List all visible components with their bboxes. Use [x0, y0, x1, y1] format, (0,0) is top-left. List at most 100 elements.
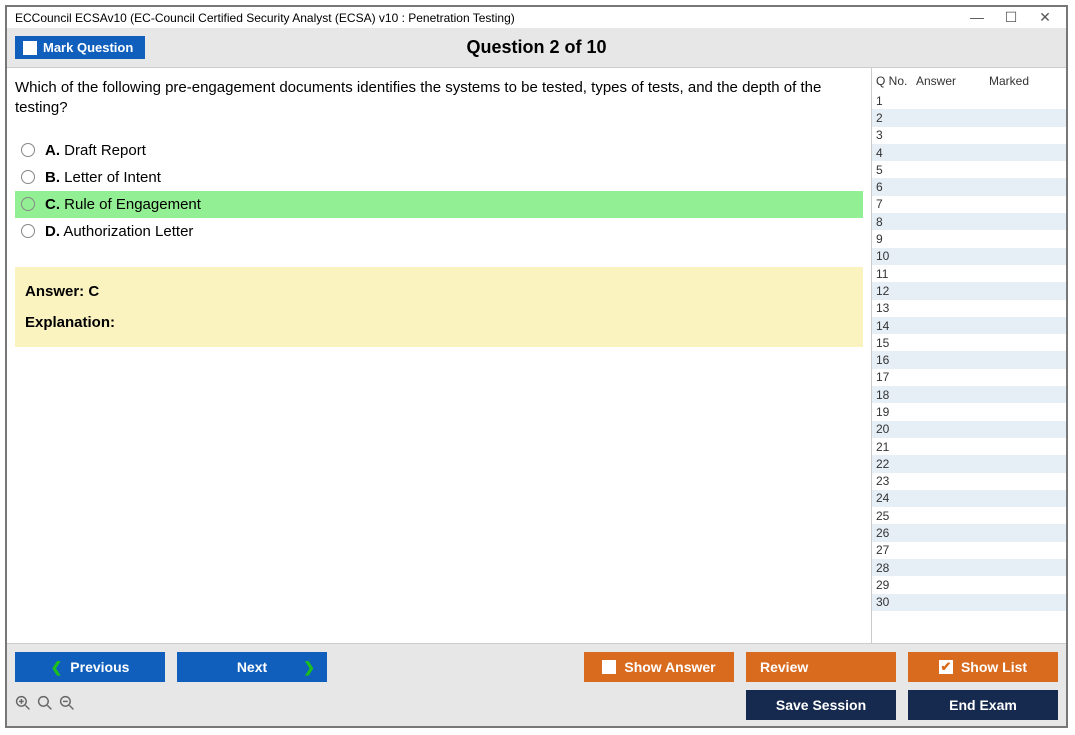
question-panel: Which of the following pre-engagement do… — [7, 68, 871, 643]
show-list-label: Show List — [961, 659, 1027, 675]
question-counter: Question 2 of 10 — [466, 37, 606, 58]
question-list-row[interactable]: 18 — [872, 386, 1066, 403]
question-list-row[interactable]: 29 — [872, 576, 1066, 593]
question-list-row[interactable]: 12 — [872, 282, 1066, 299]
row-number: 1 — [876, 94, 916, 108]
question-list-sidebar: Q No. Answer Marked 12345678910111213141… — [871, 68, 1066, 643]
show-list-button[interactable]: Show List — [908, 652, 1058, 682]
question-list-row[interactable]: 4 — [872, 144, 1066, 161]
zoom-out-icon[interactable] — [59, 695, 75, 716]
option-text: A. Draft Report — [45, 142, 146, 159]
question-list-row[interactable]: 8 — [872, 213, 1066, 230]
row-number: 26 — [876, 526, 916, 540]
row-number: 23 — [876, 474, 916, 488]
question-list-row[interactable]: 24 — [872, 490, 1066, 507]
question-list-row[interactable]: 16 — [872, 351, 1066, 368]
main-area: Which of the following pre-engagement do… — [7, 68, 1066, 643]
question-list-row[interactable]: 1 — [872, 92, 1066, 109]
answer-option[interactable]: B. Letter of Intent — [15, 164, 863, 191]
question-list-row[interactable]: 21 — [872, 438, 1066, 455]
zoom-in-icon[interactable] — [37, 695, 53, 716]
question-text: Which of the following pre-engagement do… — [15, 78, 863, 119]
row-number: 28 — [876, 561, 916, 575]
question-list-row[interactable]: 7 — [872, 196, 1066, 213]
end-exam-label: End Exam — [949, 697, 1017, 713]
answer-option[interactable]: C. Rule of Engagement — [15, 191, 863, 218]
option-text: B. Letter of Intent — [45, 169, 161, 186]
row-number: 22 — [876, 457, 916, 471]
question-list-row[interactable]: 19 — [872, 403, 1066, 420]
save-session-button[interactable]: Save Session — [746, 690, 896, 720]
question-list-row[interactable]: 22 — [872, 455, 1066, 472]
question-list-row[interactable]: 14 — [872, 317, 1066, 334]
row-number: 3 — [876, 128, 916, 142]
radio-icon — [21, 197, 35, 211]
options-list: A. Draft Report B. Letter of Intent C. Rul… — [15, 137, 863, 245]
question-list-row[interactable]: 11 — [872, 265, 1066, 282]
answer-box: Answer: C Explanation: — [15, 267, 863, 347]
minimize-button[interactable]: — — [970, 9, 984, 26]
review-button[interactable]: Review — [746, 652, 896, 682]
question-list-row[interactable]: 23 — [872, 473, 1066, 490]
sidebar-header: Q No. Answer Marked — [872, 68, 1066, 92]
maximize-button[interactable]: ☐ — [1004, 9, 1018, 26]
option-text: D. Authorization Letter — [45, 223, 193, 240]
show-answer-checkbox-icon — [602, 660, 616, 674]
question-list-row[interactable]: 25 — [872, 507, 1066, 524]
mark-question-checkbox-icon — [23, 41, 37, 55]
show-answer-label: Show Answer — [624, 659, 715, 675]
question-list-row[interactable]: 20 — [872, 421, 1066, 438]
row-number: 2 — [876, 111, 916, 125]
header-bar: Mark Question Question 2 of 10 — [7, 28, 1066, 68]
row-number: 8 — [876, 215, 916, 229]
row-number: 6 — [876, 180, 916, 194]
question-list-row[interactable]: 5 — [872, 161, 1066, 178]
question-list-row[interactable]: 10 — [872, 248, 1066, 265]
question-list-row[interactable]: 27 — [872, 542, 1066, 559]
question-list-row[interactable]: 28 — [872, 559, 1066, 576]
footer: ❮ Previous Next ❯ Show Answer Review Sho… — [7, 643, 1066, 726]
row-number: 29 — [876, 578, 916, 592]
row-number: 27 — [876, 543, 916, 557]
review-label: Review — [760, 659, 808, 675]
row-number: 20 — [876, 422, 916, 436]
next-label: Next — [237, 659, 267, 675]
row-number: 21 — [876, 440, 916, 454]
radio-icon — [21, 170, 35, 184]
close-button[interactable]: ✕ — [1038, 9, 1052, 26]
explanation-label: Explanation: — [25, 314, 115, 331]
question-list-row[interactable]: 9 — [872, 230, 1066, 247]
mark-question-button[interactable]: Mark Question — [15, 36, 145, 59]
row-number: 10 — [876, 249, 916, 263]
question-list-row[interactable]: 30 — [872, 594, 1066, 611]
zoom-controls — [15, 695, 75, 716]
row-number: 14 — [876, 319, 916, 333]
row-number: 19 — [876, 405, 916, 419]
question-list-row[interactable]: 15 — [872, 334, 1066, 351]
answer-label: Answer: C — [25, 283, 853, 300]
show-answer-button[interactable]: Show Answer — [584, 652, 734, 682]
question-list-row[interactable]: 26 — [872, 524, 1066, 541]
zoom-reset-icon[interactable] — [15, 695, 31, 716]
question-list-row[interactable]: 2 — [872, 109, 1066, 126]
question-list-row[interactable]: 3 — [872, 127, 1066, 144]
question-list-row[interactable]: 13 — [872, 300, 1066, 317]
window-title: ECCouncil ECSAv10 (EC-Council Certified … — [15, 11, 515, 25]
radio-icon — [21, 143, 35, 157]
col-qno: Q No. — [876, 74, 916, 88]
previous-button[interactable]: ❮ Previous — [15, 652, 165, 682]
answer-option[interactable]: D. Authorization Letter — [15, 218, 863, 245]
chevron-right-icon: ❯ — [303, 659, 315, 676]
sidebar-rows[interactable]: 1234567891011121314151617181920212223242… — [872, 92, 1066, 643]
next-button[interactable]: Next ❯ — [177, 652, 327, 682]
row-number: 12 — [876, 284, 916, 298]
app-window: ECCouncil ECSAv10 (EC-Council Certified … — [5, 5, 1068, 728]
chevron-left-icon: ❮ — [51, 659, 63, 676]
answer-option[interactable]: A. Draft Report — [15, 137, 863, 164]
question-list-row[interactable]: 6 — [872, 178, 1066, 195]
save-session-label: Save Session — [776, 697, 866, 713]
row-number: 15 — [876, 336, 916, 350]
question-list-row[interactable]: 17 — [872, 369, 1066, 386]
row-number: 18 — [876, 388, 916, 402]
end-exam-button[interactable]: End Exam — [908, 690, 1058, 720]
